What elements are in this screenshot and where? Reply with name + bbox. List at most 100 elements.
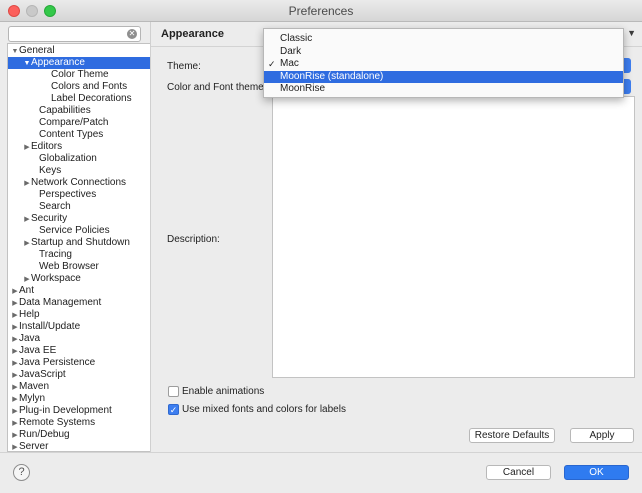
- tree-item[interactable]: ▶Startup and Shutdown: [23, 237, 130, 249]
- tree-item-label: Remote Systems: [19, 417, 96, 428]
- tree-item-label: Tracing: [39, 249, 72, 260]
- theme-menu-item[interactable]: MoonRise (standalone): [264, 70, 623, 83]
- tree-item-label: Maven: [19, 381, 50, 392]
- help-icon[interactable]: ?: [13, 464, 30, 481]
- collapsed-triangle-icon[interactable]: ▶: [11, 442, 19, 451]
- tree-item[interactable]: Capabilities: [31, 105, 91, 117]
- tree-item[interactable]: Tracing: [31, 249, 72, 261]
- tree-item-label: Java EE: [19, 345, 57, 356]
- tree-item[interactable]: ▶Ant: [11, 285, 34, 297]
- clear-search-icon[interactable]: ✕: [127, 29, 137, 39]
- page-title: Appearance: [161, 28, 224, 40]
- tree-item[interactable]: Label Decorations: [43, 93, 132, 105]
- collapsed-triangle-icon[interactable]: ▶: [23, 142, 31, 154]
- tree-item-label: Ant: [19, 285, 35, 296]
- tree-item[interactable]: ▶Workspace: [23, 273, 81, 285]
- tree-item[interactable]: ▶Java Persistence: [11, 357, 95, 369]
- tree-item[interactable]: Perspectives: [31, 189, 96, 201]
- tree-item[interactable]: Content Types: [31, 129, 103, 141]
- theme-label: Theme:: [167, 61, 201, 72]
- tree-item-label: Network Connections: [31, 177, 127, 188]
- tree-item-label: Color Theme: [51, 69, 109, 80]
- cancel-button[interactable]: Cancel: [486, 465, 551, 480]
- filter-input[interactable]: ✕: [8, 26, 141, 42]
- tree-item[interactable]: ▶Network Connections: [23, 177, 126, 189]
- color-font-theme-label: Color and Font theme:: [167, 82, 267, 93]
- tree-item[interactable]: ▶Install/Update: [11, 321, 80, 333]
- chevron-down-icon[interactable]: ▼: [627, 28, 636, 38]
- tree-item[interactable]: ▶Run/Debug: [11, 429, 70, 441]
- ok-button[interactable]: OK: [564, 465, 629, 480]
- tree-item[interactable]: ▶Java: [11, 333, 40, 345]
- theme-menu-item-label: Mac: [280, 58, 299, 70]
- tree-item-label: Appearance: [31, 57, 85, 68]
- expanded-triangle-icon[interactable]: ▼: [23, 58, 31, 70]
- enable-animations-checkbox[interactable]: [168, 386, 179, 397]
- theme-menu-item-label: Classic: [280, 33, 313, 44]
- tree-item[interactable]: ▶Help: [11, 309, 40, 321]
- theme-menu-item-label: Dark: [280, 45, 302, 57]
- collapsed-triangle-icon[interactable]: ▶: [23, 178, 31, 190]
- description-box: [272, 96, 635, 378]
- mixed-fonts-label: Use mixed fonts and colors for labels: [182, 404, 346, 415]
- tree-item[interactable]: Compare/Patch: [31, 117, 108, 129]
- tree-item-label: Editors: [31, 141, 63, 152]
- mixed-fonts-checkbox[interactable]: ✓: [168, 404, 179, 415]
- tree-item[interactable]: Colors and Fonts: [43, 81, 127, 93]
- checkmark-icon: ✓: [268, 59, 276, 70]
- tree-item[interactable]: ▶Maven: [11, 381, 49, 393]
- tree-item-label: Startup and Shutdown: [31, 237, 130, 248]
- tree-item[interactable]: Keys: [31, 165, 61, 177]
- tree-item[interactable]: Service Policies: [31, 225, 110, 237]
- tree-item-label: Search: [39, 201, 71, 212]
- tree-item[interactable]: ▶Security: [23, 213, 67, 225]
- theme-menu-item[interactable]: Dark: [264, 46, 623, 58]
- collapsed-triangle-icon[interactable]: ▶: [23, 238, 31, 250]
- theme-menu-item[interactable]: ✓ Mac: [264, 58, 623, 70]
- preferences-navigation: ✕ ▼General ▼Appearance Color Theme Colors a…: [0, 22, 151, 452]
- theme-menu-item[interactable]: Classic: [264, 33, 623, 45]
- tree-item[interactable]: Globalization: [31, 153, 97, 165]
- tree-item[interactable]: ▶Plug-in Development: [11, 405, 112, 417]
- tree-item-label: Compare/Patch: [39, 117, 109, 128]
- dialog-footer: ? Cancel OK: [0, 452, 642, 493]
- tree-item-label: General: [19, 45, 55, 56]
- tree-item[interactable]: ▶Java EE: [11, 345, 56, 357]
- apply-button[interactable]: Apply: [570, 428, 634, 443]
- tree-item-label: Perspectives: [39, 189, 97, 200]
- tree-item-label: Server: [19, 441, 49, 452]
- tree-item-label: Run/Debug: [19, 429, 70, 440]
- tree-item-label: Capabilities: [39, 105, 91, 116]
- theme-menu-item[interactable]: MoonRise: [264, 83, 623, 95]
- tree-item[interactable]: ▶Editors: [23, 141, 62, 153]
- collapsed-triangle-icon[interactable]: ▶: [23, 214, 31, 226]
- tree-item[interactable]: ▼Appearance: [8, 57, 150, 69]
- tree-item[interactable]: ▶Data Management: [11, 297, 101, 309]
- tree-item-label: Globalization: [39, 153, 97, 164]
- tree-item-label: Web Browser: [39, 261, 99, 272]
- tree-item[interactable]: ▶Server: [11, 441, 49, 452]
- tree-item-label: Help: [19, 309, 40, 320]
- tree-item-label: Plug-in Development: [19, 405, 112, 416]
- theme-menu-item-label: MoonRise (standalone): [280, 70, 384, 82]
- tree-item[interactable]: Search: [31, 201, 71, 213]
- preferences-tree: ▼General ▼Appearance Color Theme Colors and…: [7, 43, 151, 452]
- enable-animations-label: Enable animations: [182, 386, 265, 397]
- tree-item-label: Security: [31, 213, 68, 224]
- tree-item-label: Data Management: [19, 297, 102, 308]
- tree-item[interactable]: Color Theme: [43, 69, 109, 81]
- tree-item-label: Mylyn: [19, 393, 46, 404]
- tree-item[interactable]: ▶Remote Systems: [11, 417, 95, 429]
- restore-defaults-button[interactable]: Restore Defaults: [469, 428, 555, 443]
- tree-item-label: Install/Update: [19, 321, 81, 332]
- tree-item-label: Keys: [39, 165, 62, 176]
- title-bar: Preferences: [0, 0, 642, 22]
- tree-item-label: Content Types: [39, 129, 104, 140]
- description-label: Description:: [167, 234, 220, 245]
- tree-item-label: Java Persistence: [19, 357, 96, 368]
- tree-item[interactable]: ▼General: [11, 45, 55, 57]
- tree-item[interactable]: ▶JavaScript: [11, 369, 65, 381]
- tree-item[interactable]: Web Browser: [31, 261, 99, 273]
- tree-item-label: Colors and Fonts: [51, 81, 128, 92]
- tree-item[interactable]: ▶Mylyn: [11, 393, 45, 405]
